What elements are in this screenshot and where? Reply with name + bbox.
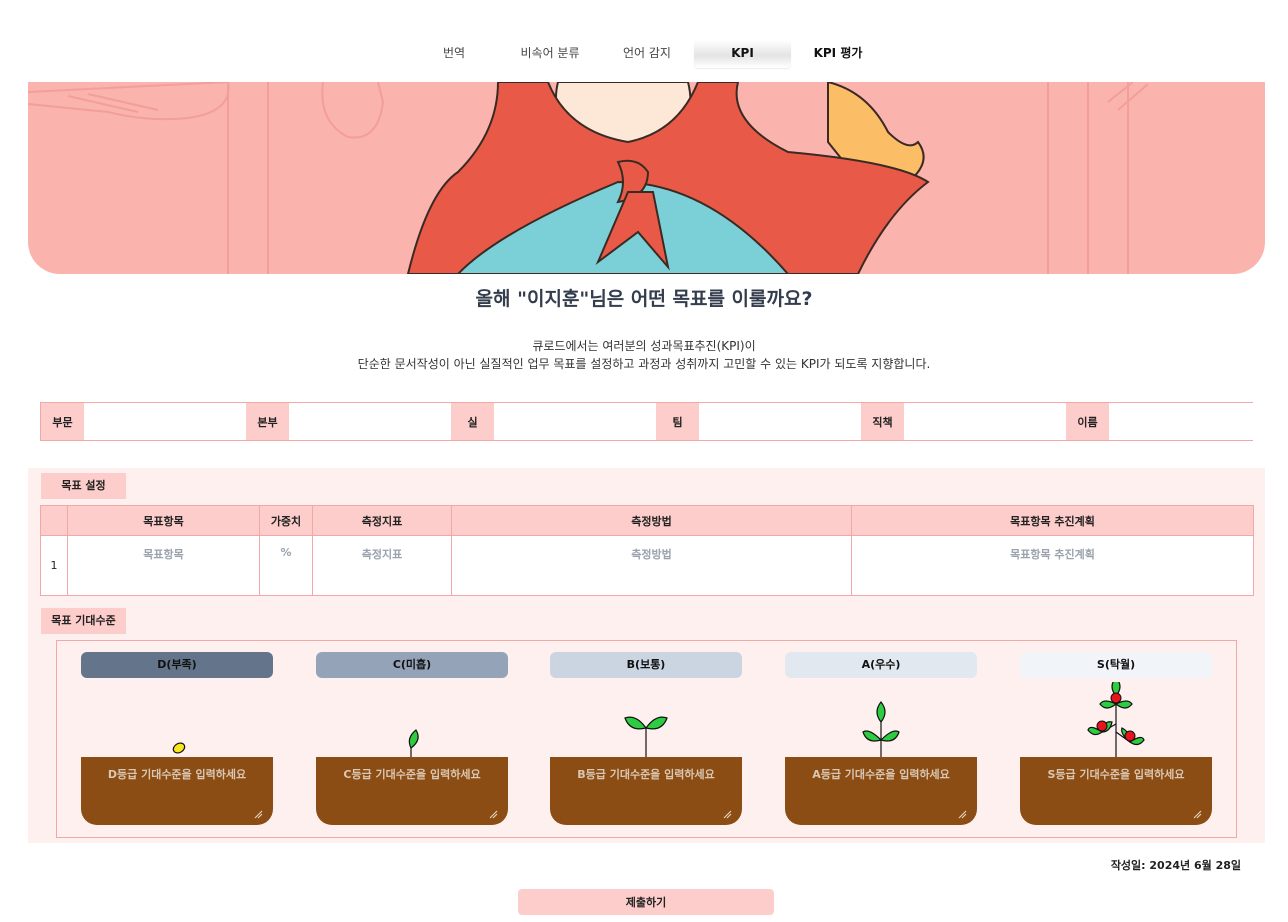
info-label-name: 이름 [1066, 403, 1109, 440]
resize-handle-icon[interactable] [1193, 810, 1202, 819]
column-header-number [40, 505, 68, 536]
grade-c: C(미흡) [316, 652, 508, 825]
hero-banner [28, 82, 1265, 274]
grade-s: S(탁월) [1020, 652, 1212, 825]
soil-b [550, 757, 742, 825]
resize-handle-icon[interactable] [723, 810, 732, 819]
top-nav: 번역 비속어 분류 언어 감지 KPI KPI 평가 [0, 40, 1288, 68]
column-header-weight: 가중치 [259, 505, 313, 536]
info-team: 팀 [656, 403, 861, 440]
table-header-row: 목표항목 가중치 측정지표 측정방법 목표항목 추진계획 [40, 505, 1254, 536]
seed-icon [172, 742, 186, 754]
resize-handle-icon[interactable] [489, 810, 498, 819]
info-label-position: 직책 [861, 403, 904, 440]
nav-tab-translate[interactable]: 번역 [420, 40, 488, 68]
goal-item-input[interactable] [68, 536, 259, 592]
nav-tab-language-detect[interactable]: 언어 감지 [612, 40, 682, 68]
expectation-label: 목표 기대수준 [41, 608, 126, 634]
info-label-office: 실 [451, 403, 494, 440]
girl-with-scarf-illustration [28, 82, 1149, 274]
created-date: 작성일: 2024년 6월 28일 [1110, 859, 1241, 872]
soil-s [1020, 757, 1212, 825]
intro-line-1: 큐로드에서는 여러분의 성과목표추진(KPI)이 [532, 339, 756, 353]
fruiting-plant-icon [1087, 682, 1145, 758]
sprout-icon [408, 729, 419, 758]
grade-badge-d: D(부족) [81, 652, 273, 678]
submit-button[interactable]: 제출하기 [518, 889, 774, 915]
column-header-method: 측정방법 [451, 505, 852, 536]
intro-line-2: 단순한 문서작성이 아닌 실질적인 업무 목표를 설정하고 과정과 성취까지 고… [357, 357, 931, 371]
two-leaf-sprout-icon [624, 716, 668, 758]
name-input[interactable] [1109, 403, 1271, 440]
grade-badge-c: C(미흡) [316, 652, 508, 678]
position-input[interactable] [904, 403, 1066, 440]
nav-tab-kpi[interactable]: KPI [694, 40, 791, 68]
plan-cell [851, 535, 1254, 596]
grade-c-input[interactable] [316, 757, 508, 825]
grade-b: B(보통) [550, 652, 742, 825]
team-input[interactable] [699, 403, 861, 440]
page-headline: 올해 "이지훈"님은 어떤 목표를 이룰까요? [475, 288, 813, 310]
column-header-goal-item: 목표항목 [67, 505, 260, 536]
resize-handle-icon[interactable] [958, 810, 967, 819]
soil-d [81, 757, 273, 825]
goal-section: 목표 설정 목표항목 가중치 측정지표 측정방법 목표항목 추진계획 1 목표항… [28, 468, 1265, 843]
metric-cell [312, 535, 452, 596]
division-input[interactable] [84, 403, 246, 440]
grade-badge-b: B(보통) [550, 652, 742, 678]
metric-input[interactable] [313, 536, 451, 592]
grade-b-input[interactable] [550, 757, 742, 825]
method-input[interactable] [452, 536, 851, 592]
table-row: 1 [40, 535, 1254, 596]
grade-badge-s: S(탁월) [1020, 652, 1212, 678]
kpi-goal-table: 목표항목 가중치 측정지표 측정방법 목표항목 추진계획 1 [40, 505, 1254, 596]
column-header-plan: 목표항목 추진계획 [851, 505, 1254, 536]
grade-s-input[interactable] [1020, 757, 1212, 825]
goal-item-cell [67, 535, 260, 596]
grade-a: A(우수) [785, 652, 977, 825]
seedling-icon [862, 701, 900, 758]
grade-badge-a: A(우수) [785, 652, 977, 678]
grade-a-input[interactable] [785, 757, 977, 825]
grade-d: D(부족) [81, 652, 273, 825]
info-label-headquarters: 본부 [246, 403, 289, 440]
weight-input[interactable] [260, 536, 312, 592]
goal-setting-label: 목표 설정 [41, 473, 126, 499]
info-name: 이름 [1066, 403, 1271, 440]
method-cell [451, 535, 852, 596]
plan-input[interactable] [852, 536, 1253, 592]
nav-tab-kpi-evaluation[interactable]: KPI 평가 [803, 40, 873, 68]
row-number: 1 [40, 535, 68, 596]
info-division: 부문 [41, 403, 246, 440]
headquarters-input[interactable] [289, 403, 451, 440]
intro-text: 큐로드에서는 여러분의 성과목표추진(KPI)이 단순한 문서작성이 아닌 실질… [0, 337, 1288, 373]
soil-a [785, 757, 977, 825]
employee-info-row: 부문 본부 실 팀 직책 이름 [40, 402, 1271, 441]
grade-d-input[interactable] [81, 757, 273, 825]
info-position: 직책 [861, 403, 1066, 440]
weight-cell [259, 535, 313, 596]
info-office: 실 [451, 403, 656, 440]
resize-handle-icon[interactable] [254, 810, 263, 819]
nav-tab-profanity[interactable]: 비속어 분류 [514, 40, 586, 68]
column-header-metric: 측정지표 [312, 505, 452, 536]
grade-expectation-box: D(부족) C(미흡) B(보통) [56, 640, 1237, 838]
info-label-team: 팀 [656, 403, 699, 440]
info-label-division: 부문 [41, 403, 84, 440]
office-input[interactable] [494, 403, 656, 440]
info-headquarters: 본부 [246, 403, 451, 440]
soil-c [316, 757, 508, 825]
